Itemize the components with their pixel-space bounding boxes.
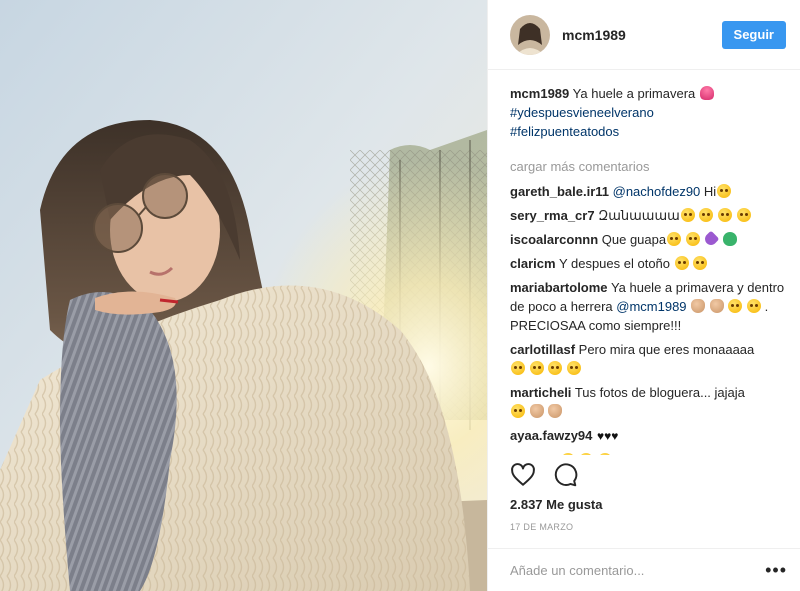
clap-emoji-icon [548, 404, 563, 418]
comment-username[interactable]: mariabartolome [510, 280, 608, 295]
comment-text: Hi [703, 184, 717, 199]
clap-emoji-icon [709, 299, 724, 313]
comment-username[interactable]: marticheli [510, 385, 571, 400]
comment-item: carlotillasf Pero mira que eres monaaaaa [510, 340, 789, 378]
comment-mention[interactable]: @mcm1989 [616, 299, 686, 314]
scream-emoji-icon [728, 299, 743, 313]
comment-username[interactable]: claricm [510, 256, 556, 271]
comment-username[interactable]: ayaa.fawzy94 [510, 428, 592, 443]
comment-username[interactable]: patt_os [510, 453, 556, 455]
heart-icon[interactable] [510, 462, 536, 488]
comment-text: Tus fotos de bloguera... jajaja [574, 385, 745, 400]
caption-text: Ya huele a primavera [572, 86, 696, 101]
follow-button[interactable]: Seguir [721, 20, 786, 49]
kiss-emoji-icon [548, 361, 563, 375]
header-username[interactable]: mcm1989 [562, 27, 722, 43]
scream-emoji-icon [693, 256, 708, 270]
ufo-emoji-icon [722, 232, 737, 246]
black-hearts-icon: ♥♥♥ [597, 429, 619, 443]
comment-item: ayaa.fawzy94 ♥♥♥ [510, 426, 789, 446]
comment-text: Que guapa [601, 232, 667, 247]
add-comment-bar: ••• [488, 548, 800, 591]
post-side-panel: mcm1989 Seguir mcm1989 Ya huele a primav… [487, 0, 800, 591]
more-options-icon[interactable]: ••• [765, 561, 787, 579]
heart-eyes-emoji-icon [736, 208, 751, 222]
hashtag-link[interactable]: #felizpuenteatodos [510, 122, 789, 141]
comment-icon[interactable] [552, 462, 578, 488]
tulip-emoji-icon [699, 86, 714, 100]
clap-emoji-icon [529, 404, 544, 418]
likes-count[interactable]: 2.837 Me gusta [510, 497, 603, 512]
comment-item: marticheli Tus fotos de bloguera... jaja… [510, 383, 789, 421]
crying-emoji-icon [680, 208, 695, 222]
comment-text: Pero mira que eres monaaaaa [578, 342, 755, 357]
hands-up-emoji-icon [717, 184, 732, 198]
clap-emoji-icon [691, 299, 706, 313]
comment-username[interactable]: sery_rma_cr7 [510, 208, 595, 223]
comment-item: claricm Y despues el otoño [510, 254, 789, 273]
blush-emoji-icon [667, 232, 682, 246]
post-photo[interactable] [0, 0, 487, 591]
caption-username[interactable]: mcm1989 [510, 86, 569, 101]
comment-item: iscoalarconnn Que guapa [510, 230, 789, 249]
kiss-emoji-icon [566, 361, 581, 375]
blush-emoji-icon [685, 232, 700, 246]
load-more-comments-link[interactable]: cargar más comentarios [510, 158, 789, 176]
crying-emoji-icon [699, 208, 714, 222]
comment-username[interactable]: carlotillasf [510, 342, 575, 357]
scream-emoji-icon [747, 299, 762, 313]
heart-eyes-emoji-icon [560, 453, 575, 455]
post-header: mcm1989 Seguir [488, 0, 800, 70]
comment-text: Զանաաաա [598, 208, 680, 223]
post-actions [510, 462, 578, 488]
hashtag-link[interactable]: #ydespuesvieneelverano [510, 103, 789, 122]
comment-input[interactable] [510, 562, 766, 578]
comment-item: patt_os [510, 451, 789, 455]
post-photo-image [0, 0, 487, 591]
comment-text: Y despues el otoño [558, 256, 671, 271]
caption: mcm1989 Ya huele a primavera #ydespuesvi… [510, 84, 789, 141]
heart-eyes-emoji-icon [598, 453, 613, 455]
comment-item: sery_rma_cr7 Զանաաաա [510, 206, 789, 225]
crying-emoji-icon [718, 208, 733, 222]
kiss-emoji-icon [529, 361, 544, 375]
heart-eyes-emoji-icon [579, 453, 594, 455]
kiss-emoji-icon [511, 361, 525, 375]
comment-username[interactable]: iscoalarconnn [510, 232, 598, 247]
purple-heart-icon [702, 230, 720, 248]
comment-mention[interactable]: @nachofdez90 [613, 184, 701, 199]
avatar[interactable] [510, 14, 550, 55]
kiss-emoji-icon [511, 404, 525, 418]
comment-item: gareth_bale.ir11 @nachofdez90 Hi [510, 182, 789, 201]
comment-item: mariabartolome Ya huele a primavera y de… [510, 278, 789, 335]
comments-list: mcm1989 Ya huele a primavera #ydespuesvi… [488, 70, 800, 455]
scream-emoji-icon [674, 256, 689, 270]
comment-username[interactable]: gareth_bale.ir11 [510, 184, 609, 199]
post-date[interactable]: 17 DE MARZO [510, 522, 573, 532]
